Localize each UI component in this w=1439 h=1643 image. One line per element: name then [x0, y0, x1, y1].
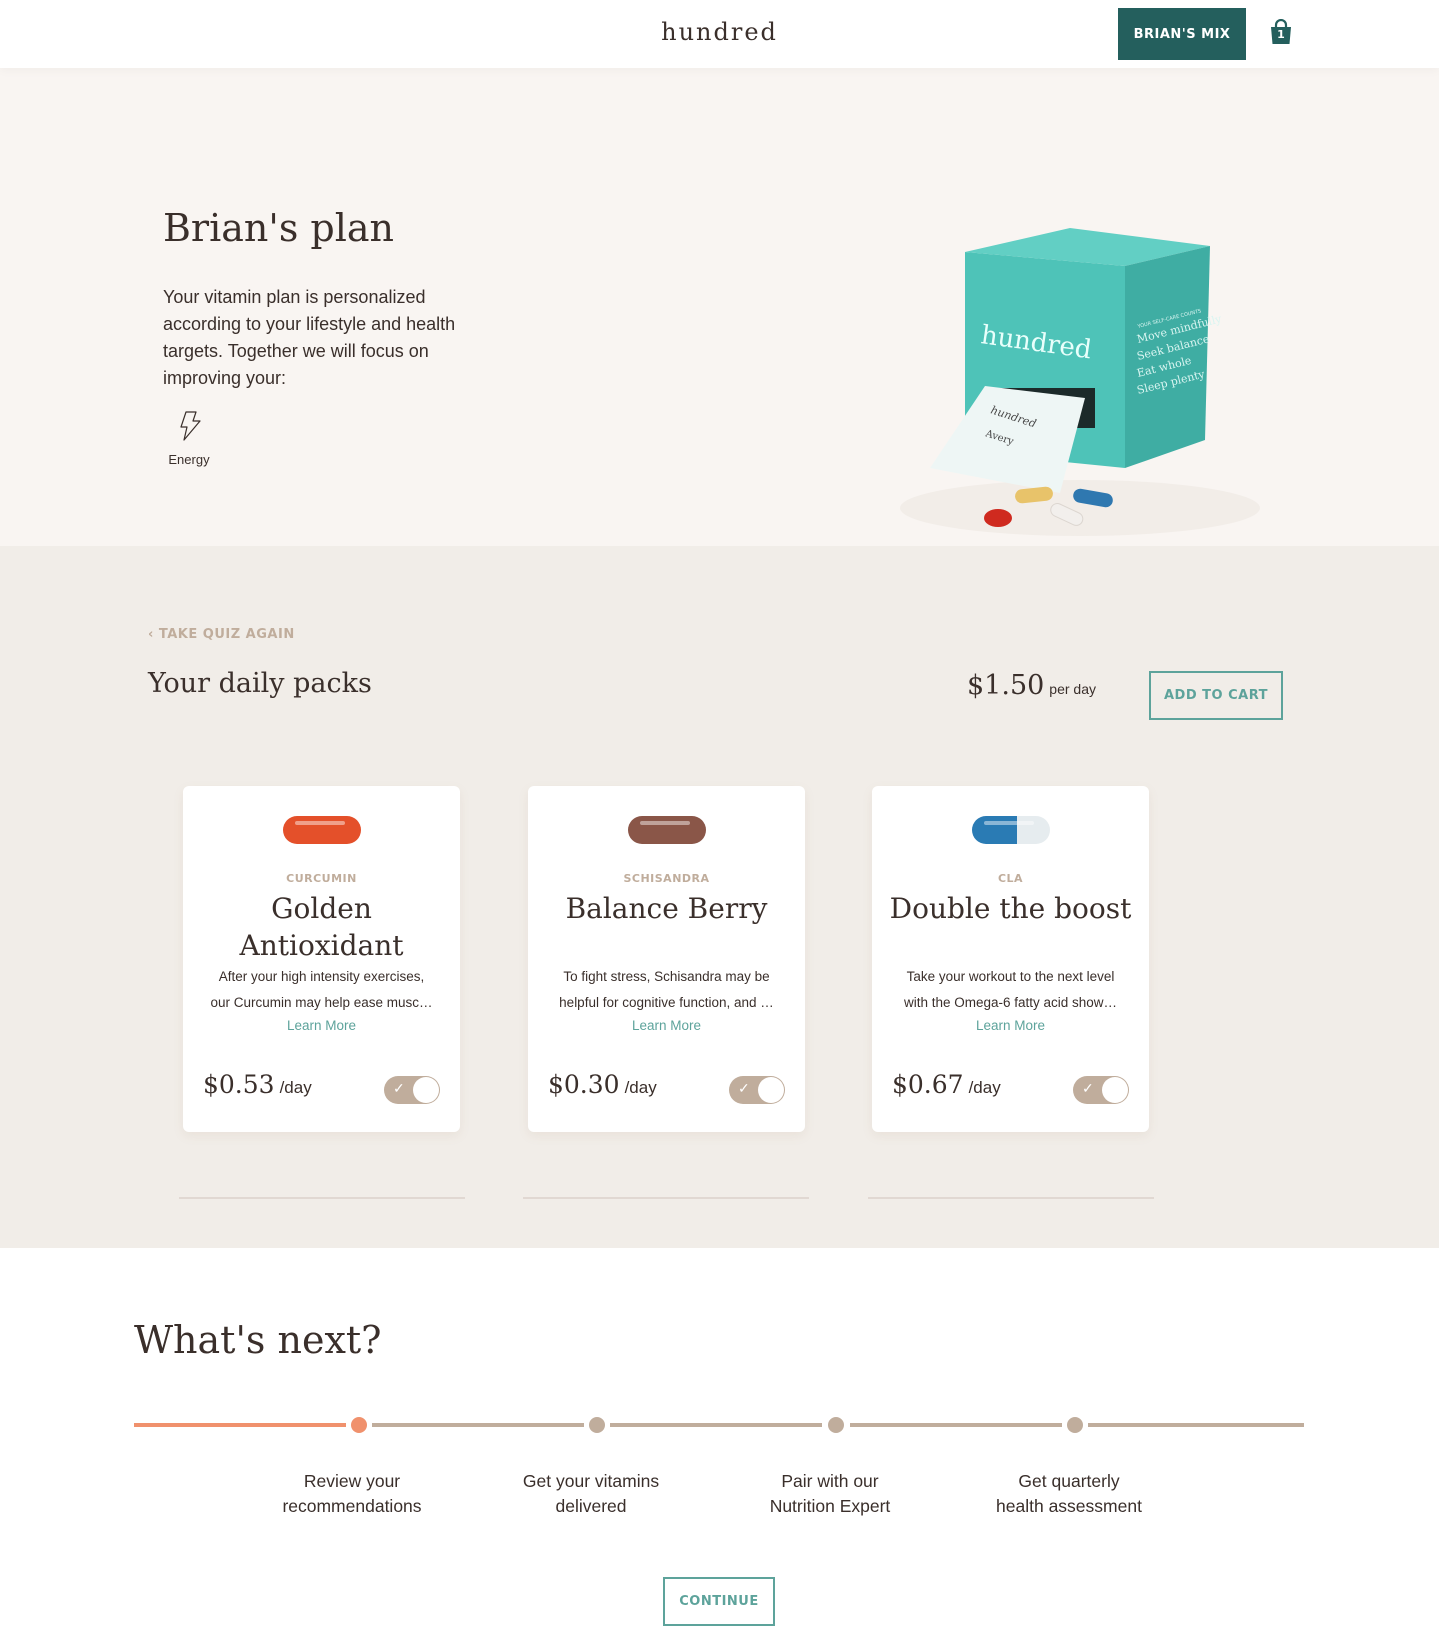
step-dot-2 — [589, 1417, 605, 1433]
total-price-unit: per day — [1049, 681, 1096, 697]
pack-card-curcumin: CURCUMIN Golden Antioxidant After your h… — [183, 786, 460, 1132]
check-icon: ✓ — [1082, 1080, 1094, 1096]
pack-toggle[interactable]: ✓ — [1073, 1076, 1129, 1104]
progress-segment — [1088, 1423, 1304, 1427]
pack-card-schisandra: SCHISANDRA Balance Berry To fight stress… — [528, 786, 805, 1132]
pack-toggle[interactable]: ✓ — [384, 1076, 440, 1104]
progress-segment — [372, 1423, 584, 1427]
whats-next-section: What's next? Review your recommendations … — [0, 1248, 1439, 1643]
pack-description: After your high intensity exercises, our… — [210, 969, 433, 1010]
lightning-bolt-icon — [180, 411, 201, 441]
step-label-1: Review your recommendations — [282, 1471, 422, 1516]
cart-count-badge: 1 — [1277, 28, 1285, 41]
product-image: hundred YOUR SELF-CARE COUNTS Move mindf… — [880, 208, 1280, 568]
pack-toggle[interactable]: ✓ — [729, 1076, 785, 1104]
daily-packs-section: ‹ TAKE QUIZ AGAIN Your daily packs $1.50… — [0, 546, 1439, 1248]
step-label-3: Pair with our Nutrition Expert — [769, 1471, 891, 1516]
toggle-knob — [758, 1077, 784, 1103]
pack-price-value: $0.53 — [203, 1070, 275, 1099]
pack-price-unit: /day — [624, 1078, 657, 1097]
step-dot-3 — [828, 1417, 844, 1433]
continue-button[interactable]: CONTINUE — [663, 1577, 775, 1626]
daily-packs-title: Your daily packs — [148, 668, 372, 699]
learn-more-link[interactable]: Learn More — [528, 1018, 805, 1033]
card-divider — [179, 1197, 465, 1199]
card-divider — [523, 1197, 809, 1199]
ingredient-label: SCHISANDRA — [623, 872, 710, 885]
ingredient-label: CURCUMIN — [286, 872, 357, 885]
plan-description: Your vitamin plan is personalized accord… — [163, 287, 456, 388]
toggle-knob — [1102, 1077, 1128, 1103]
card-divider — [868, 1197, 1154, 1199]
total-price: $1.50 per day — [967, 670, 1096, 701]
pack-name: Double the boost — [889, 892, 1132, 925]
pack-price-value: $0.30 — [548, 1070, 620, 1099]
site-header: hundred BRIAN'S MIX 1 — [0, 0, 1439, 68]
check-icon: ✓ — [393, 1080, 405, 1096]
progress-track — [134, 1416, 1304, 1436]
brians-mix-button[interactable]: BRIAN'S MIX — [1118, 8, 1246, 60]
step-label-4: Get quarterly health assessment — [996, 1471, 1142, 1516]
learn-more-link[interactable]: Learn More — [183, 1018, 460, 1033]
step-dot-1 — [351, 1417, 367, 1433]
take-quiz-again-link[interactable]: ‹ TAKE QUIZ AGAIN — [148, 627, 295, 642]
pack-price-value: $0.67 — [892, 1070, 964, 1099]
take-quiz-again-label: TAKE QUIZ AGAIN — [158, 627, 295, 642]
pill-image — [628, 816, 706, 844]
progress-segment-active — [134, 1423, 346, 1427]
learn-more-link[interactable]: Learn More — [872, 1018, 1149, 1033]
pack-price: $0.53 /day — [203, 1070, 312, 1099]
pack-description: Take your workout to the next level with… — [903, 969, 1118, 1010]
pill-image — [283, 816, 361, 844]
pack-price: $0.67 /day — [892, 1070, 1001, 1099]
pack-price-unit: /day — [968, 1078, 1001, 1097]
pack-card-cla: CLA Double the boost Take your workout t… — [872, 786, 1149, 1132]
step-label-2: Get your vitamins delivered — [522, 1471, 660, 1516]
goal-energy: Energy — [163, 410, 215, 467]
pack-price-unit: /day — [279, 1078, 312, 1097]
step-dot-4 — [1067, 1417, 1083, 1433]
total-price-value: $1.50 — [967, 670, 1045, 701]
goal-label: Energy — [168, 452, 210, 467]
pack-name: Balance Berry — [565, 892, 768, 925]
progress-segment — [610, 1423, 822, 1427]
pack-price: $0.30 /day — [548, 1070, 657, 1099]
pill-image — [972, 816, 1050, 844]
cart-button[interactable]: 1 — [1268, 18, 1294, 45]
ingredient-label: CLA — [997, 872, 1024, 885]
toggle-knob — [413, 1077, 439, 1103]
whats-next-title: What's next? — [134, 1318, 382, 1362]
plan-title: Brian's plan — [163, 206, 395, 250]
pack-name: Golden Antioxidant — [239, 892, 404, 962]
add-to-cart-button[interactable]: ADD TO CART — [1149, 671, 1283, 720]
pack-description: To fight stress, Schisandra may be helpf… — [559, 969, 774, 1010]
hero-section: Brian's plan Your vitamin plan is person… — [0, 68, 1439, 546]
check-icon: ✓ — [738, 1080, 750, 1096]
progress-segment — [850, 1423, 1062, 1427]
